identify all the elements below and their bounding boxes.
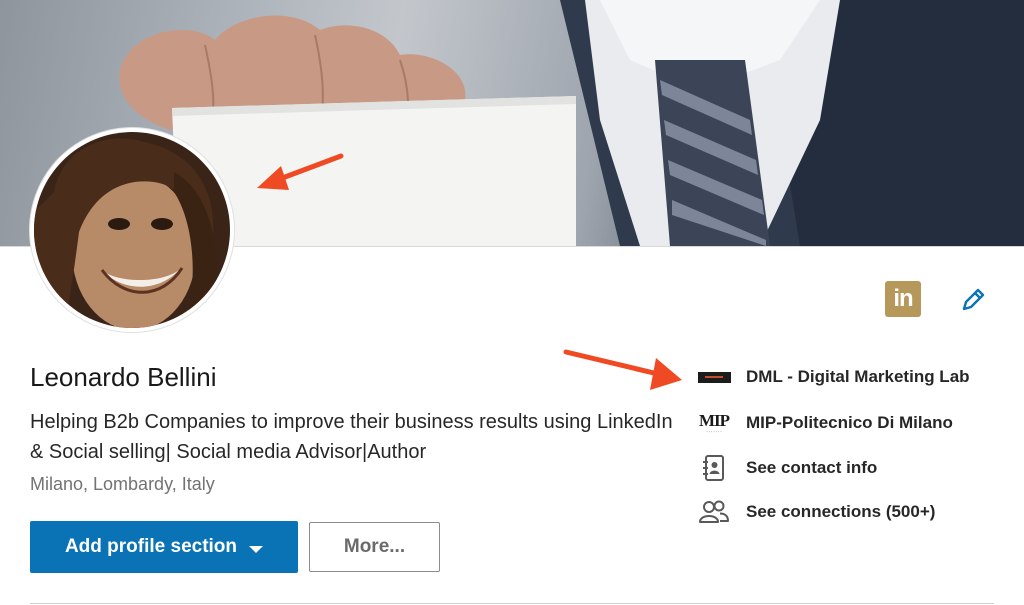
contact-info-link[interactable]: See contact info <box>697 453 877 483</box>
add-profile-section-label: Add profile section <box>64 536 238 557</box>
contact-info-label: See contact info <box>746 458 878 477</box>
mip-logo-text: MIP <box>698 411 730 430</box>
more-button-label: More... <box>343 536 406 557</box>
mip-logo: MIP · · · · · · · <box>698 411 730 434</box>
dml-logo <box>697 371 731 383</box>
section-divider <box>30 603 994 604</box>
profile-headline: Helping B2b Companies to improve their b… <box>30 411 673 463</box>
profile-location: Milano, Lombardy, Italy <box>30 474 215 494</box>
edit-pencil-icon[interactable] <box>958 285 988 315</box>
current-company-link[interactable]: DML - Digital Marketing Lab <box>697 362 970 392</box>
more-button[interactable]: More... <box>309 522 440 572</box>
connections-icon-svg <box>699 500 729 523</box>
caret-down-icon <box>249 545 264 553</box>
add-profile-section-button[interactable]: Add profile section <box>30 521 298 573</box>
profile-name: Leonardo Bellini <box>30 362 217 392</box>
connections-icon <box>697 497 731 527</box>
connections-label: See connections (500+) <box>746 502 936 521</box>
contact-card-icon-svg <box>703 455 724 481</box>
avatar-photo <box>34 132 230 328</box>
linkedin-badge-icon[interactable]: in <box>885 281 921 317</box>
profile-avatar[interactable] <box>30 128 234 332</box>
dml-company-logo-icon <box>697 362 731 392</box>
education-link[interactable]: MIP · · · · · · · MIP-Politecnico Di Mil… <box>697 408 953 438</box>
education-label: MIP-Politecnico Di Milano <box>746 413 953 432</box>
contact-card-icon <box>697 453 731 483</box>
current-company-label: DML - Digital Marketing Lab <box>746 367 970 386</box>
annotation-arrow-company <box>563 349 682 390</box>
mip-school-logo-icon: MIP · · · · · · · <box>697 408 731 438</box>
mip-logo-subtext: · · · · · · · <box>706 429 722 434</box>
connections-link[interactable]: See connections (500+) <box>697 497 935 527</box>
